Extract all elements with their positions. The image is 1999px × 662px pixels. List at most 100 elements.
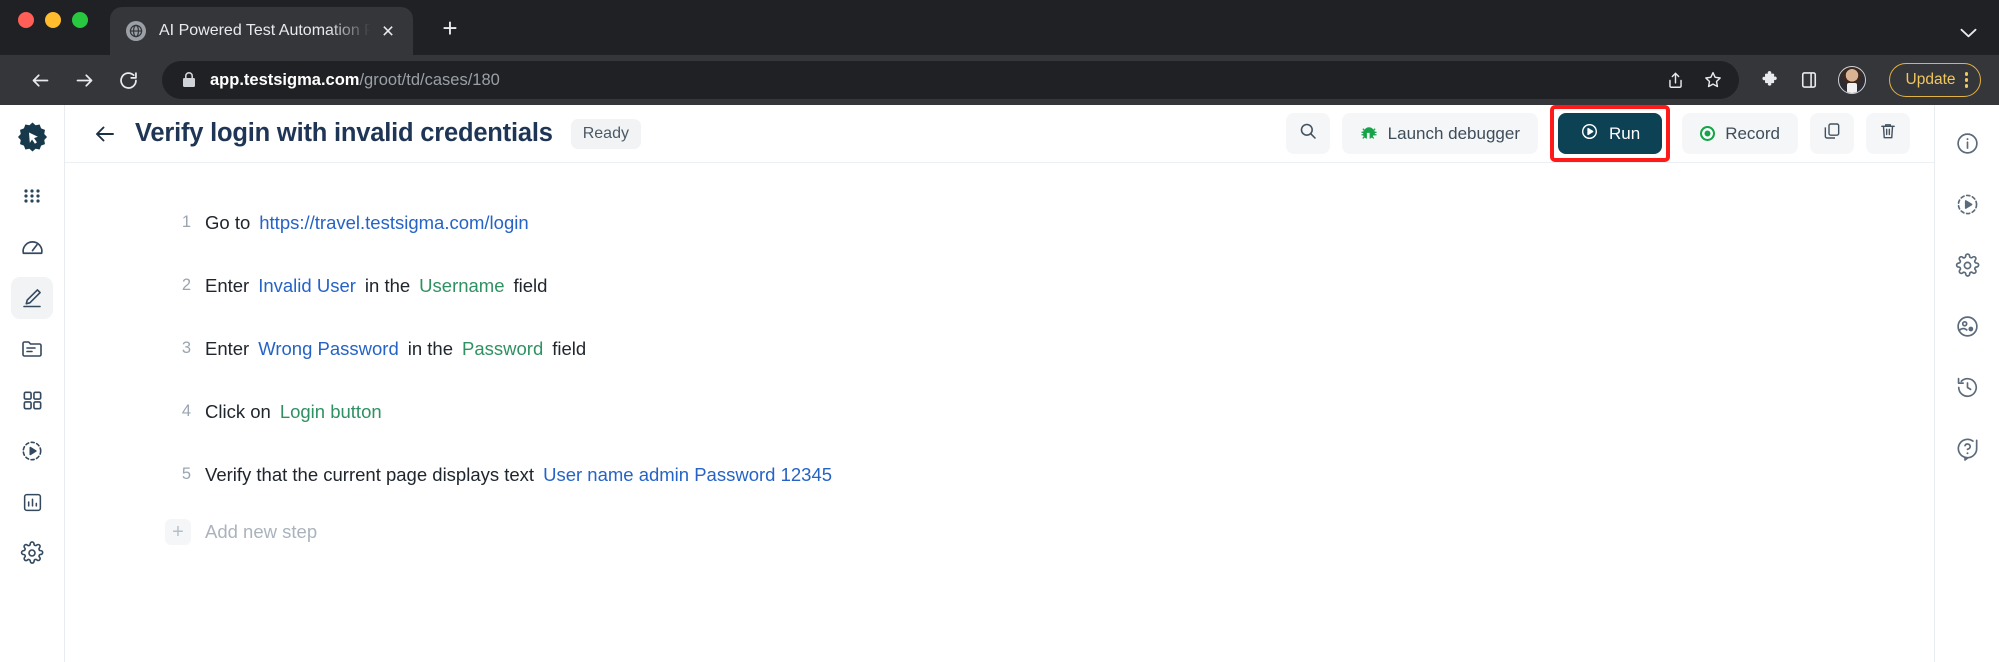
puzzle-icon[interactable] xyxy=(1759,70,1780,91)
test-step-token-data[interactable]: User name admin Password 12345 xyxy=(543,464,832,486)
test-case-header: Verify login with invalid credentials Re… xyxy=(65,105,1934,163)
update-button[interactable]: Update xyxy=(1888,63,1981,97)
test-steps-list: 1 Go to https://travel.testsigma.com/login… xyxy=(65,163,1934,662)
sidebar-item-settings[interactable] xyxy=(11,532,53,574)
delete-button[interactable] xyxy=(1866,113,1910,154)
right-item-test-data[interactable] xyxy=(1947,306,1987,346)
page-title: Verify login with invalid credentials xyxy=(135,119,553,147)
header-actions: Launch debugger Run Record xyxy=(1285,105,1910,162)
test-step-token-plain: Verify that the current page displays te… xyxy=(205,463,535,485)
test-step-text: Verify that the current page displays te… xyxy=(205,464,832,486)
sidebar-item-test-plans[interactable] xyxy=(11,328,53,370)
test-step-row[interactable]: 3 Enter Wrong Password in the Password field xyxy=(65,317,1934,380)
sidebar-item-test-authoring[interactable] xyxy=(11,277,53,319)
profile-avatar[interactable] xyxy=(1837,66,1866,94)
window-traffic-lights xyxy=(18,0,88,55)
record-button-label: Record xyxy=(1725,123,1780,143)
sidebar-item-runs[interactable] xyxy=(11,430,53,472)
test-step-token-plain: field xyxy=(513,274,548,296)
test-step-token-element[interactable]: Login button xyxy=(280,401,382,423)
update-button-label: Update xyxy=(1905,71,1956,88)
test-step-token-element[interactable]: Password xyxy=(462,338,543,360)
close-tab-button[interactable]: × xyxy=(375,21,401,42)
share-icon[interactable] xyxy=(1666,71,1685,90)
right-item-help[interactable] xyxy=(1947,428,1987,468)
left-sidebar xyxy=(0,105,65,662)
test-step-token-plain: Enter xyxy=(205,337,250,359)
browser-tabstrip: AI Powered Test Automation Pla × + xyxy=(0,0,1999,55)
run-button-highlight: Run xyxy=(1550,105,1671,162)
play-circle-icon xyxy=(1580,122,1599,146)
test-step-number: 1 xyxy=(181,213,191,231)
back-arrow-icon[interactable] xyxy=(18,58,62,102)
test-step-text: Go to https://travel.testsigma.com/login xyxy=(205,212,529,234)
record-dot-icon xyxy=(1700,126,1716,141)
browser-extension-actions: Update xyxy=(1759,63,1981,97)
test-step-text: Enter Invalid User in the Username field xyxy=(205,275,547,297)
add-new-step-label[interactable]: Add new step xyxy=(205,521,317,543)
test-step-token-plain: Click on xyxy=(205,400,271,422)
test-step-number: 2 xyxy=(181,276,191,294)
test-step-token-data[interactable]: Invalid User xyxy=(258,275,356,297)
right-item-run-results[interactable] xyxy=(1947,184,1987,224)
test-step-text: Click on Login button xyxy=(205,401,382,423)
test-step-row[interactable]: 2 Enter Invalid User in the Username field xyxy=(65,254,1934,317)
test-step-token-element[interactable]: Username xyxy=(419,275,504,297)
bug-icon xyxy=(1360,125,1378,143)
globe-icon xyxy=(126,21,146,41)
url-host: app.testsigma.com xyxy=(210,70,360,89)
test-step-number: 5 xyxy=(181,465,191,483)
test-step-text: Enter Wrong Password in the Password field xyxy=(205,338,586,360)
copy-button[interactable] xyxy=(1810,113,1854,154)
status-badge: Ready xyxy=(570,118,641,149)
kebab-menu-icon[interactable] xyxy=(1964,72,1968,88)
test-step-token-plain: field xyxy=(552,337,587,359)
test-step-token-data[interactable]: Wrong Password xyxy=(258,338,399,360)
close-window-button[interactable] xyxy=(18,11,34,28)
launch-debugger-label: Launch debugger xyxy=(1387,123,1520,143)
right-item-history[interactable] xyxy=(1947,367,1987,407)
launch-debugger-button[interactable]: Launch debugger xyxy=(1341,113,1538,154)
sidebar-item-dashboard[interactable] xyxy=(11,226,53,268)
side-panel-icon[interactable] xyxy=(1799,70,1819,90)
test-step-row[interactable]: 1 Go to https://travel.testsigma.com/login xyxy=(65,191,1934,254)
test-step-token-plain: Enter xyxy=(205,274,250,296)
plus-icon[interactable]: + xyxy=(165,519,191,545)
minimize-window-button[interactable] xyxy=(45,11,61,28)
back-arrow-icon[interactable] xyxy=(93,122,117,146)
address-bar[interactable]: app.testsigma.com/groot/td/cases/180 xyxy=(162,61,1739,99)
chevron-down-icon[interactable] xyxy=(1960,23,1977,43)
address-bar-url: app.testsigma.com/groot/td/cases/180 xyxy=(210,71,500,90)
test-step-token-plain: in the xyxy=(364,274,411,296)
test-step-row[interactable]: 4 Click on Login button xyxy=(65,380,1934,443)
url-path: /groot/td/cases/180 xyxy=(359,70,500,89)
sidebar-item-reports[interactable] xyxy=(11,481,53,523)
browser-toolbar: app.testsigma.com/groot/td/cases/180 Upd… xyxy=(0,55,1999,105)
test-step-row[interactable]: 5 Verify that the current page displays t… xyxy=(65,443,1934,506)
tab-title: AI Powered Test Automation Pla xyxy=(159,22,375,39)
new-tab-button[interactable]: + xyxy=(433,11,467,45)
testsigma-logo[interactable] xyxy=(10,117,54,161)
add-new-step-row[interactable]: + Add new step xyxy=(65,510,1934,554)
search-button[interactable] xyxy=(1285,113,1330,154)
application-body: Verify login with invalid credentials Re… xyxy=(0,105,1999,662)
sidebar-item-test-suites[interactable] xyxy=(11,379,53,421)
right-sidebar xyxy=(1934,105,1999,662)
right-item-details[interactable] xyxy=(1947,123,1987,163)
right-item-settings[interactable] xyxy=(1947,245,1987,285)
browser-window: AI Powered Test Automation Pla × + app.t… xyxy=(0,0,1999,662)
maximize-window-button[interactable] xyxy=(72,11,88,28)
reload-icon[interactable] xyxy=(106,58,150,102)
record-button[interactable]: Record xyxy=(1682,113,1798,154)
trash-icon xyxy=(1878,121,1898,146)
star-icon[interactable] xyxy=(1703,70,1723,90)
forward-arrow-icon[interactable] xyxy=(62,58,106,102)
copy-icon xyxy=(1822,121,1842,146)
test-step-token-plain: in the xyxy=(407,337,454,359)
lock-icon xyxy=(182,72,196,88)
browser-tab[interactable]: AI Powered Test Automation Pla × xyxy=(110,7,413,55)
test-step-number: 4 xyxy=(181,402,191,420)
run-button[interactable]: Run xyxy=(1558,113,1663,154)
sidebar-item-apps-grid[interactable] xyxy=(11,175,53,217)
test-step-token-data[interactable]: https://travel.testsigma.com/login xyxy=(259,212,528,234)
